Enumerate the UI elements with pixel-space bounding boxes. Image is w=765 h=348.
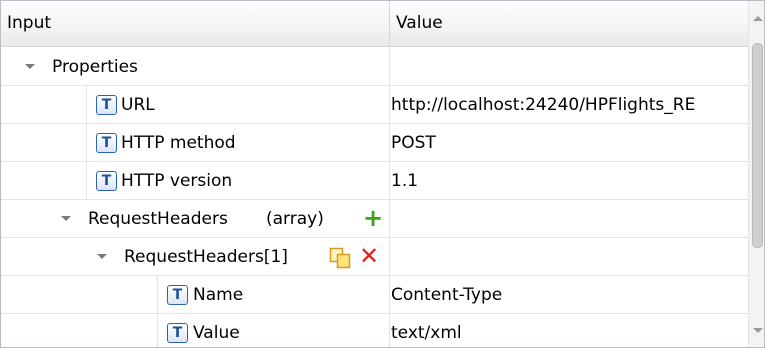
input-cell: T Name [1,276,390,314]
value-cell-request-headers-1[interactable] [391,238,748,276]
value-cell-request-headers[interactable] [391,200,748,238]
scrollbar-thumb[interactable] [752,43,763,248]
grid-rows: Properties T URL http://localhost:24240/… [1,48,748,347]
indent-divider [86,86,87,124]
array-type-label: (array) [266,209,324,229]
value-cell-value[interactable]: text/xml [391,314,748,347]
input-cell: T URL [1,86,390,124]
tree-row-properties[interactable]: Properties [1,48,748,86]
row-label-request-headers: RequestHeaders [88,209,228,229]
input-cell: T Value [1,314,390,347]
scroll-up-arrow-icon[interactable] [753,16,763,21]
tree-row-http-method[interactable]: T HTTP method POST [1,124,748,162]
input-cell: RequestHeaders (array) + [1,200,390,238]
text-type-icon: T [96,171,117,191]
column-header-input[interactable]: Input [1,1,390,47]
vertical-scrollbar[interactable] [748,1,764,347]
input-cell: Properties [1,48,390,86]
input-value-grid: Input Value Properties T URL http://loca… [0,0,765,348]
expand-arrow-icon[interactable] [97,254,107,259]
input-cell: T HTTP method [1,124,390,162]
row-label-request-headers-1: RequestHeaders[1] [124,247,288,267]
text-type-icon: T [96,133,117,153]
row-label-name: Name [193,285,244,305]
text-type-icon: T [167,323,188,343]
row-label-url: URL [121,95,155,115]
value-cell-url[interactable]: http://localhost:24240/HPFlights_RE [391,86,748,124]
indent-divider [157,276,158,314]
input-cell: RequestHeaders[1] ✕ [1,238,390,276]
expand-arrow-icon[interactable] [61,216,71,221]
value-cell-properties[interactable] [391,48,748,86]
indent-divider [86,124,87,162]
row-label-value: Value [193,323,240,343]
expand-arrow-icon[interactable] [25,64,35,69]
row-label-http-version: HTTP version [121,171,233,191]
delete-item-icon[interactable]: ✕ [359,244,379,268]
tree-row-request-headers-1[interactable]: RequestHeaders[1] ✕ [1,238,748,276]
text-type-icon: T [96,95,117,115]
input-cell: T HTTP version [1,162,390,200]
value-cell-http-method[interactable]: POST [391,124,748,162]
tree-row-request-headers[interactable]: RequestHeaders (array) + [1,200,748,238]
tree-row-value[interactable]: T Value text/xml [1,314,748,347]
tree-row-name[interactable]: T Name Content-Type [1,276,748,314]
indent-divider [86,162,87,200]
row-label-http-method: HTTP method [121,133,236,153]
value-cell-http-version[interactable]: 1.1 [391,162,748,200]
duplicate-icon[interactable] [329,247,351,269]
scroll-down-arrow-icon[interactable] [753,328,763,333]
row-label-properties: Properties [52,57,138,77]
tree-row-url[interactable]: T URL http://localhost:24240/HPFlights_R… [1,86,748,124]
value-cell-name[interactable]: Content-Type [391,276,748,314]
column-header-value[interactable]: Value [390,1,748,47]
grid-header: Input Value [1,1,748,47]
tree-row-http-version[interactable]: T HTTP version 1.1 [1,162,748,200]
indent-divider [157,314,158,347]
text-type-icon: T [167,285,188,305]
add-item-icon[interactable]: + [363,206,383,230]
